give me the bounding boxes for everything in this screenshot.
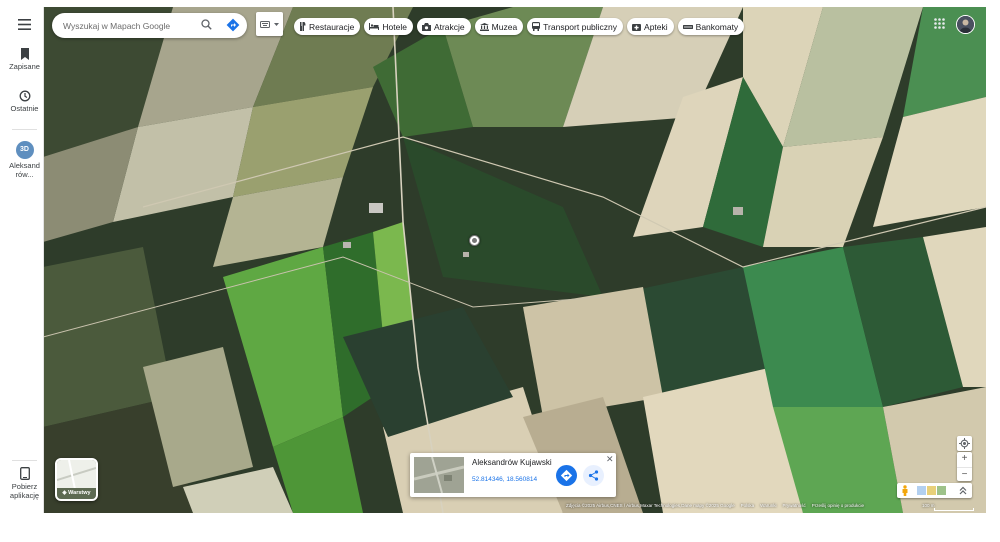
place-label: Aleksand rów... <box>9 161 40 179</box>
imagery-attribution: Zdjęcia ©2025 Airbus,CNES / Airbus,Maxar… <box>566 503 735 508</box>
place-title: Aleksandrów Kujawski <box>472 458 552 467</box>
chip-transit[interactable]: Transport publiczny <box>527 18 624 35</box>
chip-pharmacies[interactable]: Apteki <box>627 18 674 35</box>
place-info-card[interactable]: Aleksandrów Kujawski 52.814346, 18.56081… <box>410 453 616 497</box>
phone-icon <box>19 467 30 480</box>
plus-icon: + <box>961 453 968 464</box>
chip-attractions[interactable]: Atrakcje <box>416 18 471 35</box>
location-pin[interactable] <box>469 235 480 246</box>
share-icon <box>588 470 599 481</box>
museum-icon <box>479 22 489 31</box>
chip-label: Muzea <box>491 21 518 32</box>
search-icon[interactable] <box>201 19 212 30</box>
layers-text: Warstwy <box>68 490 91 496</box>
menu-icon <box>18 19 31 30</box>
zoom-out-button[interactable]: − <box>957 467 972 482</box>
place-photo[interactable] <box>414 457 464 493</box>
recent-label: Ostatnie <box>10 104 39 113</box>
directions-icon <box>560 469 573 482</box>
scale-label[interactable]: 100 m <box>922 503 935 508</box>
map-frame: Zapisane Ostatnie 3D Aleksand rów... Pob… <box>6 7 986 513</box>
recent-button[interactable]: Ostatnie <box>6 90 43 113</box>
chip-museums[interactable]: Muzea <box>474 18 524 35</box>
search-input[interactable] <box>63 18 191 33</box>
directions-icon[interactable] <box>226 18 240 32</box>
saved-label: Zapisane <box>9 62 40 71</box>
pharmacy-icon <box>632 23 642 31</box>
terms-link[interactable]: Warunki <box>760 503 776 508</box>
layers-label: ◈ Warstwy <box>57 490 96 496</box>
search-box <box>52 13 247 38</box>
zoom-controls: + − <box>957 452 972 481</box>
keyboard-icon <box>260 21 270 28</box>
menu-button[interactable] <box>6 19 43 30</box>
chip-label: Hotele <box>382 21 407 32</box>
zoom-in-button[interactable]: + <box>957 452 972 466</box>
account-avatar[interactable] <box>956 15 975 34</box>
satellite-map[interactable] <box>43 7 986 513</box>
my-location-button[interactable] <box>957 436 972 451</box>
input-tools-button[interactable] <box>256 12 283 36</box>
scale-bar <box>934 508 974 511</box>
layers-button[interactable]: ◈ Warstwy <box>55 458 98 501</box>
chip-restaurants[interactable]: Restauracje <box>294 18 361 35</box>
attribution-bar: Zdjęcia ©2025 Airbus,CNES / Airbus,Maxar… <box>566 503 864 508</box>
category-chips: Restauracje Hotele Atrakcje Muzea Transp… <box>294 18 745 35</box>
close-icon[interactable]: ✕ <box>606 454 614 465</box>
avatar-image <box>957 16 974 33</box>
download-label: Pobierz aplikację <box>9 482 40 500</box>
chip-label: Transport publiczny <box>543 21 618 32</box>
chip-label: Atrakcje <box>433 21 465 32</box>
camera-icon <box>421 22 431 31</box>
saved-button[interactable]: Zapisane <box>6 48 43 71</box>
place-coordinates[interactable]: 52.814346, 18.560814 <box>472 476 537 483</box>
recent-place-button[interactable]: 3D Aleksand rów... <box>6 141 43 179</box>
privacy-link[interactable]: Prywatność <box>783 503 806 508</box>
country-link[interactable]: Polska <box>741 503 755 508</box>
chevron-up-icon[interactable] <box>959 486 967 495</box>
bookmark-icon <box>20 48 29 60</box>
google-apps-icon[interactable] <box>934 18 945 29</box>
chip-hotels[interactable]: Hotele <box>364 18 413 35</box>
place-photo-image <box>414 457 464 493</box>
feedback-link[interactable]: Prześlij opinię o produkcie <box>812 503 864 508</box>
place-thumbnail: 3D <box>15 141 34 159</box>
chip-label: Restauracje <box>309 21 355 32</box>
history-icon <box>19 90 30 102</box>
chip-atms[interactable]: Bankomaty <box>677 18 745 35</box>
hotel-icon <box>369 23 380 30</box>
chevron-down-icon <box>274 23 279 26</box>
minus-icon: − <box>961 469 968 480</box>
share-button[interactable] <box>583 465 604 486</box>
my-location-icon <box>959 438 970 449</box>
chip-label: Apteki <box>644 21 668 32</box>
map-controls-bar <box>897 483 972 498</box>
rail-divider <box>12 460 37 461</box>
rail-divider <box>12 129 37 130</box>
transit-icon <box>532 22 541 31</box>
chip-label: Bankomaty <box>695 21 739 32</box>
left-rail: Zapisane Ostatnie 3D Aleksand rów... Pob… <box>6 7 44 513</box>
download-app-button[interactable]: Pobierz aplikację <box>6 467 43 500</box>
pegman-icon[interactable] <box>901 485 909 496</box>
directions-button[interactable] <box>556 465 577 486</box>
restaurant-icon <box>300 22 306 31</box>
map-type-thumbnails[interactable] <box>917 486 947 495</box>
atm-icon <box>682 24 693 29</box>
